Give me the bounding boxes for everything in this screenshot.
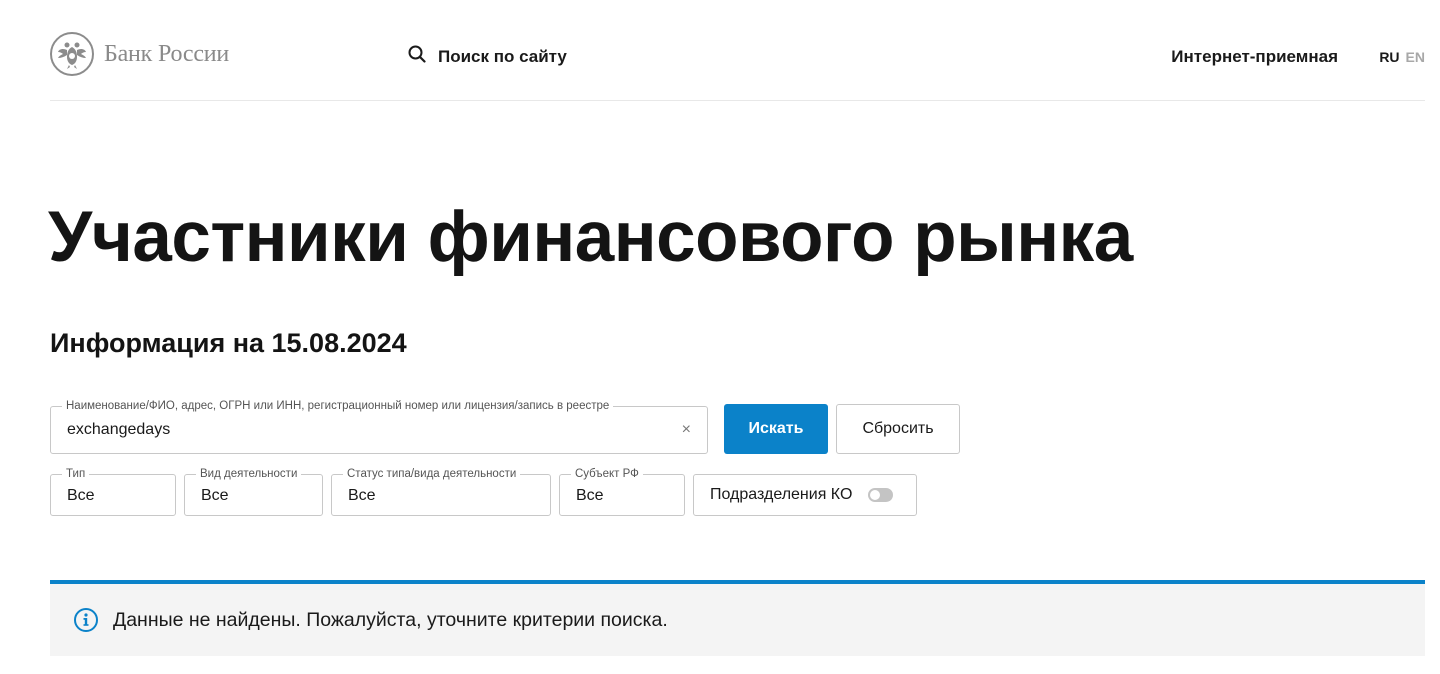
search-icon [408, 45, 426, 68]
search-button[interactable]: Искать [724, 404, 828, 454]
language-switcher: RU EN [1379, 49, 1425, 65]
search-input-label: Наименование/ФИО, адрес, ОГРН или ИНН, р… [62, 399, 614, 413]
filter-region-label: Субъект РФ [571, 467, 643, 481]
filter-type-label: Тип [62, 467, 90, 481]
toggle-knob [870, 490, 881, 500]
lang-ru[interactable]: RU [1379, 49, 1399, 65]
filter-activity-value: Все [201, 487, 229, 504]
search-input[interactable]: Наименование/ФИО, адрес, ОГРН или ИНН, р… [50, 399, 708, 454]
eagle-emblem-icon [50, 32, 94, 76]
internet-reception-link[interactable]: Интернет-приемная [1171, 47, 1338, 67]
logo[interactable]: Банк России [50, 32, 229, 76]
filter-status-select[interactable]: Статус типа/вида деятельности Все [331, 467, 551, 516]
filter-activity-label: Вид деятельности [196, 467, 302, 481]
filter-status-value: Все [348, 487, 376, 504]
info-date: Информация на 15.08.2024 [50, 328, 407, 358]
filter-type-value: Все [67, 487, 95, 504]
no-results-notice: Данные не найдены. Пожалуйста, уточните … [50, 580, 1425, 656]
reset-button[interactable]: Сбросить [836, 404, 960, 454]
logo-text: Банк России [104, 40, 230, 67]
search-input-value: exchangedays [67, 421, 171, 438]
branches-toggle[interactable]: Подразделения КО [693, 474, 917, 516]
branches-toggle-label: Подразделения КО [710, 486, 853, 503]
site-search-button[interactable]: Поиск по сайту [408, 45, 567, 68]
lang-en[interactable]: EN [1406, 49, 1425, 65]
site-header: Банк России Поиск по сайту Интернет-прие… [50, 0, 1425, 101]
info-icon [73, 607, 99, 633]
page-title: Участники финансового рынка [48, 198, 1133, 277]
search-label: Поиск по сайту [438, 46, 567, 66]
filter-status-label: Статус типа/вида деятельности [343, 467, 521, 481]
filter-region-value: Все [576, 487, 604, 504]
toggle-switch[interactable] [868, 488, 894, 502]
filter-type-select[interactable]: Тип Все [50, 467, 176, 516]
close-icon[interactable]: × [682, 420, 691, 440]
filter-activity-select[interactable]: Вид деятельности Все [184, 467, 323, 516]
notice-text: Данные не найдены. Пожалуйста, уточните … [113, 608, 668, 631]
filter-region-select[interactable]: Субъект РФ Все [559, 467, 685, 516]
